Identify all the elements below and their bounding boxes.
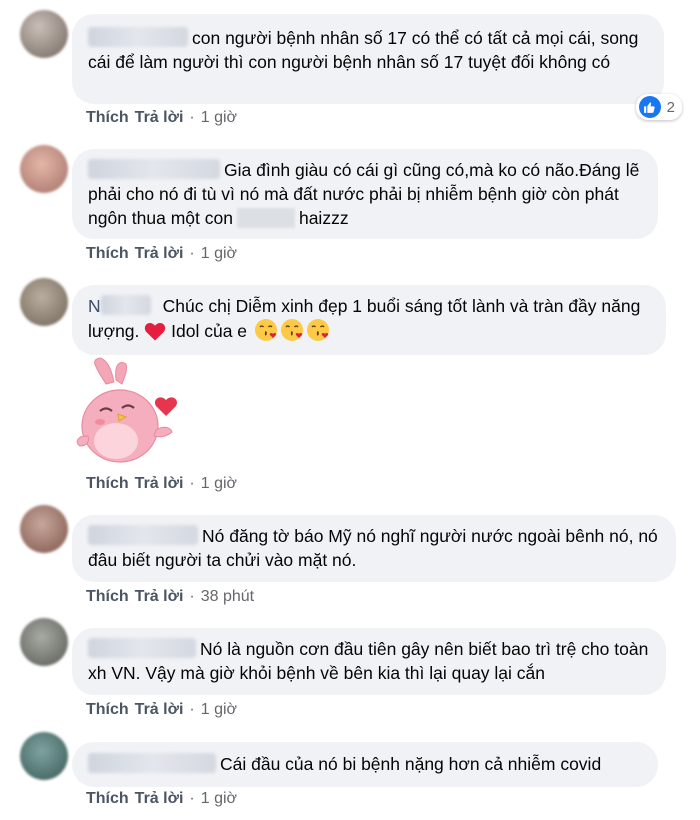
- separator: ·: [189, 245, 195, 262]
- separator: ·: [189, 475, 195, 492]
- reply-button[interactable]: Trả lời: [135, 245, 184, 263]
- blurred-author-name[interactable]: [100, 295, 151, 315]
- comment-text: Cái đầu của nó bi bệnh nặng hơn cả nhiễm…: [220, 754, 602, 774]
- reply-button[interactable]: Trả lời: [135, 701, 184, 719]
- comment-actions: Thích Trả lời · 1 giờ: [86, 790, 237, 808]
- blurred-author-name[interactable]: [88, 27, 188, 47]
- timestamp[interactable]: 1 giờ: [201, 790, 237, 808]
- reply-button[interactable]: Trả lời: [135, 790, 184, 808]
- comment-text-idol: Idol của e: [171, 321, 248, 341]
- blurred-word: [236, 208, 295, 228]
- pink-bird-sticker[interactable]: [70, 356, 190, 466]
- comment-actions: Thích Trả lời · 1 giờ: [86, 245, 237, 263]
- reaction-count: 2: [666, 98, 675, 116]
- avatar[interactable]: [20, 732, 68, 780]
- like-button[interactable]: Thích: [86, 790, 129, 808]
- blurred-author-name[interactable]: [88, 525, 198, 545]
- avatar[interactable]: [20, 145, 68, 193]
- reply-button[interactable]: Trả lời: [135, 475, 184, 493]
- comment-bubble: Nó đăng tờ báo Mỹ nó nghĩ người nước ngo…: [72, 515, 676, 582]
- separator: ·: [189, 588, 195, 605]
- red-heart-icon: [144, 321, 166, 347]
- comment-actions: Thích Trả lời · 1 giờ: [86, 109, 237, 127]
- kissing-face-icon: [280, 318, 304, 348]
- blurred-author-name[interactable]: [88, 159, 220, 179]
- reaction-summary[interactable]: 2: [635, 94, 682, 120]
- comment-text-end: haizzz: [298, 208, 349, 228]
- like-button[interactable]: Thích: [86, 245, 129, 263]
- like-button[interactable]: Thích: [86, 109, 129, 127]
- comment-bubble: con người bệnh nhân số 17 có thể có tất …: [72, 14, 664, 104]
- avatar[interactable]: [20, 278, 68, 326]
- timestamp[interactable]: 1 giờ: [201, 245, 237, 263]
- comment-actions: Thích Trả lời · 1 giờ: [86, 475, 237, 493]
- like-button[interactable]: Thích: [86, 701, 129, 719]
- separator: ·: [189, 701, 195, 718]
- author-initial[interactable]: N: [88, 296, 101, 316]
- comment-bubble: Nó là nguồn cơn đầu tiên gây nên biết ba…: [72, 628, 666, 695]
- reply-button[interactable]: Trả lời: [135, 109, 184, 127]
- comment-bubble: Cái đầu của nó bi bệnh nặng hơn cả nhiễm…: [72, 742, 658, 787]
- like-icon: [638, 96, 661, 118]
- timestamp[interactable]: 1 giờ: [201, 475, 237, 493]
- timestamp[interactable]: 38 phút: [201, 588, 254, 606]
- avatar[interactable]: [20, 618, 68, 666]
- comment-actions: Thích Trả lời · 1 giờ: [86, 701, 237, 719]
- avatar[interactable]: [20, 10, 68, 58]
- blurred-author-name[interactable]: [88, 638, 196, 658]
- blurred-author-name[interactable]: [88, 753, 216, 773]
- timestamp[interactable]: 1 giờ: [201, 109, 237, 127]
- comment-bubble: Gia đình giàu có cái gì cũng có,mà ko có…: [72, 149, 658, 239]
- reply-button[interactable]: Trả lời: [135, 588, 184, 606]
- comment-actions: Thích Trả lời · 38 phút: [86, 588, 254, 606]
- comment-bubble: N Chúc chị Diễm xinh đẹp 1 buổi sáng tốt …: [72, 285, 666, 355]
- like-button[interactable]: Thích: [86, 475, 129, 493]
- like-button[interactable]: Thích: [86, 588, 129, 606]
- kissing-face-icon: [306, 318, 330, 348]
- separator: ·: [189, 790, 195, 807]
- avatar[interactable]: [20, 505, 68, 553]
- timestamp[interactable]: 1 giờ: [201, 701, 237, 719]
- kissing-face-icon: [254, 318, 278, 348]
- separator: ·: [189, 109, 195, 126]
